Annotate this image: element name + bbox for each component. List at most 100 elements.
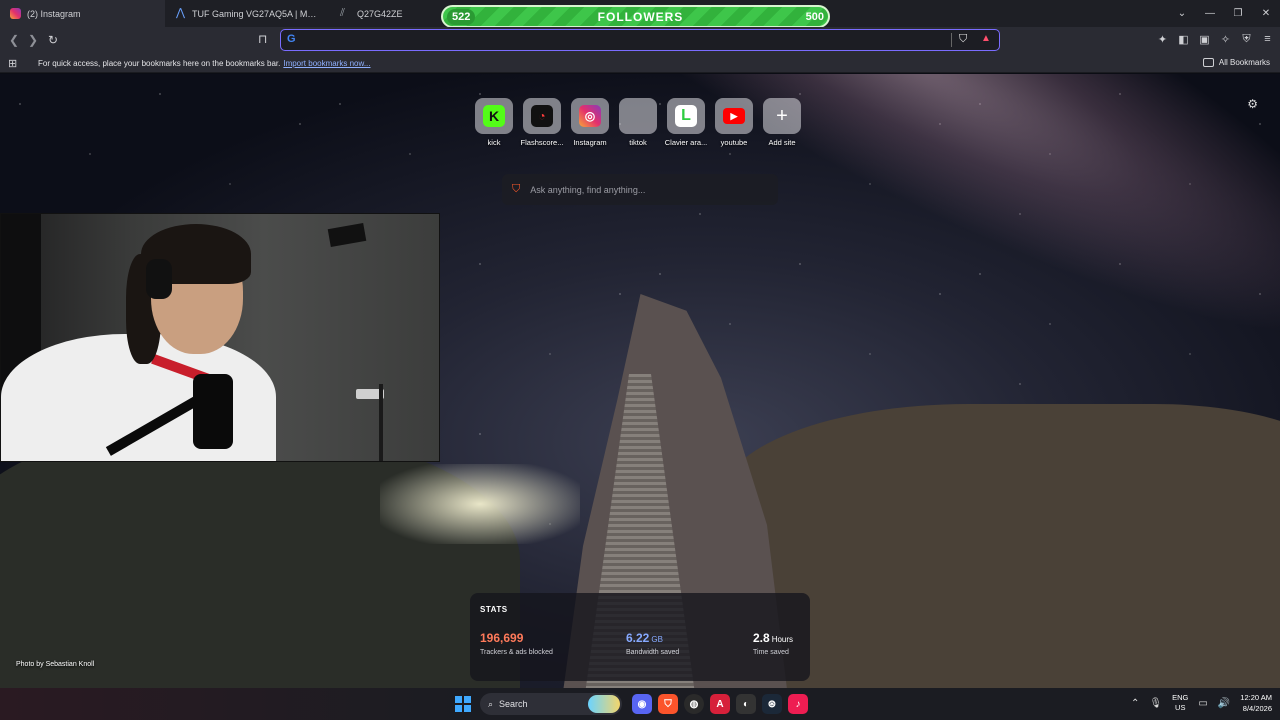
tab-title: TUF Gaming VG27AQ5A | Moniteurs [192,8,320,19]
system-tray: ⌃ 🎙 ENG US ▭ 🔊 12:20 AM 8/4/2026 [1131,692,1272,714]
tiktok-icon[interactable]: ♪ [788,694,808,714]
page-icon: ⫽ [340,7,345,19]
shortcut-instagram[interactable]: ◎ Instagram [571,98,609,147]
back-icon[interactable]: ❮ [6,32,22,48]
brave-icon[interactable]: ⛉ [658,694,678,714]
chevron-up-icon[interactable]: ⌃ [1131,698,1139,709]
kick-icon: K [483,105,505,127]
toolbar-right-icons: ✦ ◧ ▣ ✧ ⛨ ≡ [1156,32,1274,46]
window-controls: ⌄ — ❐ ✕ [1168,0,1280,27]
lang-code: ENG [1172,693,1189,702]
asus-armoury-icon[interactable]: A [710,694,730,714]
close-icon[interactable]: ✕ [1252,0,1280,27]
volume-icon[interactable]: 🔊 [1218,698,1230,709]
wallet-icon[interactable]: ▣ [1198,32,1211,46]
import-bookmarks-link[interactable]: Import bookmarks now... [283,59,370,68]
tab-list-chevron-icon[interactable]: ⌄ [1168,0,1196,27]
tab-title: Q27G42ZE [357,8,403,19]
shortcut-youtube[interactable]: ▶ youtube [715,98,753,147]
shortcut-tile: L [667,98,705,134]
clavier-icon: L [675,105,697,127]
brave-shields-icon[interactable]: ⛉ [959,33,967,46]
stat-time-value: 2.8 [753,631,770,645]
bookmarks-bar: ⊞ For quick access, place your bookmarks… [0,53,1280,73]
restore-icon[interactable]: ❐ [1224,0,1252,27]
bookmarks-hint-text: For quick access, place your bookmarks h… [38,59,281,68]
photo-credit[interactable]: Photo by Sebastian Knoll [16,661,94,668]
clock-time: 12:20 AM [1240,693,1272,702]
tiktok-icon [627,105,649,127]
shortcut-flashscore[interactable]: ◔ Flashscore... [521,98,563,147]
address-bar[interactable]: G ⛉ ▲ [280,29,1000,51]
followers-target: 500 [805,10,824,23]
tab-tuf-gaming[interactable]: ⋀ TUF Gaming VG27AQ5A | Moniteurs [165,0,330,27]
wall-object [327,223,367,247]
shortcut-label: kick [487,138,501,147]
url-input[interactable] [303,32,943,48]
vpn-icon[interactable]: ⛨ [1240,32,1253,46]
shortcut-tile: + [763,98,801,134]
shortcut-label: youtube [720,138,748,147]
headset [146,259,172,299]
leo-ai-icon[interactable]: ✧ [1219,32,1232,46]
clock[interactable]: 12:20 AM 8/4/2026 [1240,692,1272,714]
shortcut-kick[interactable]: K kick [475,98,513,147]
language-indicator[interactable]: ENG US [1172,693,1188,713]
shortcut-tiktok[interactable]: tiktok [619,98,657,147]
youtube-icon: ▶ [723,108,745,124]
followers-current: 522 [447,8,476,25]
stat-bandwidth: 6.22 GB Bandwidth saved [626,631,679,656]
stat-bandwidth-unit: GB [651,635,663,644]
network-icon[interactable]: ▭ [1198,698,1207,709]
discord-icon[interactable]: ◉ [632,694,652,714]
menu-icon[interactable]: ≡ [1261,32,1274,46]
lang-region: US [1175,703,1186,712]
shortcut-clavier[interactable]: L Clavier ara... [665,98,707,147]
shortcut-add-site[interactable]: + Add site [763,98,801,147]
bookmarks-hint: For quick access, place your bookmarks h… [38,59,371,68]
newtab-search-box[interactable]: ⛉ [502,174,778,205]
instagram-icon: ◎ [579,105,601,127]
shortcut-label: Clavier ara... [664,138,708,147]
top-sites: K kick ◔ Flashscore... ◎ Instagram tikto… [475,98,801,147]
plus-icon: + [776,104,788,127]
microphone [193,374,233,449]
forward-icon[interactable]: ❯ [25,32,41,48]
steam-icon[interactable]: ⊛ [762,694,782,714]
search-input[interactable] [530,184,761,195]
shortcut-tile: ◎ [571,98,609,134]
taskbar-apps: ◉ ⛉ ◍ A ◐ ⊛ ♪ [632,694,808,714]
bookmark-icon[interactable]: ⊓ [258,32,267,46]
taskbar-search-label: Search [499,699,528,709]
stat-trackers-label: Trackers & ads blocked [480,649,553,656]
followers-goal-bar: 522 FOLLOWERS 500 [441,5,830,28]
app-icon[interactable]: ◍ [684,694,704,714]
taskbar-search[interactable]: ⌕ Search [480,693,622,715]
app-icon[interactable]: ◐ [736,694,756,714]
cable [379,384,383,461]
microphone-icon[interactable]: 🎙 [1149,698,1162,709]
gear-icon[interactable]: ⚙ [1247,97,1258,111]
apps-grid-icon[interactable]: ⊞ [8,57,17,70]
stat-time: 2.8 Hours Time saved [753,631,793,656]
clouds [380,464,580,544]
windows-start-icon[interactable] [455,696,471,712]
extensions-icon[interactable]: ✦ [1156,32,1169,46]
stats-title: STATS [480,605,508,614]
flashscore-icon: ◔ [531,105,553,127]
shortcut-tile: K [475,98,513,134]
all-bookmarks-button[interactable]: All Bookmarks [1202,58,1270,67]
reload-icon[interactable]: ↻ [45,32,61,48]
all-bookmarks-label: All Bookmarks [1218,58,1270,67]
tab-instagram[interactable]: (2) Instagram [0,0,165,27]
brave-rewards-icon[interactable]: ▲ [981,33,991,44]
browser-toolbar: ❮ ❯ ↻ ⊓ G ⛉ ▲ ✦ ◧ ▣ ✧ ⛨ ≡ [0,27,1280,53]
stat-bandwidth-value: 6.22 [626,631,650,645]
taskbar-decoration [0,688,460,720]
sidebar-icon[interactable]: ◧ [1177,32,1190,46]
clock-date: 8/4/2026 [1242,704,1272,713]
shortcut-label: Add site [768,138,796,147]
folder-icon [1202,58,1214,67]
minimize-icon[interactable]: — [1196,0,1224,27]
stat-trackers: 196,699 Trackers & ads blocked [480,631,553,656]
